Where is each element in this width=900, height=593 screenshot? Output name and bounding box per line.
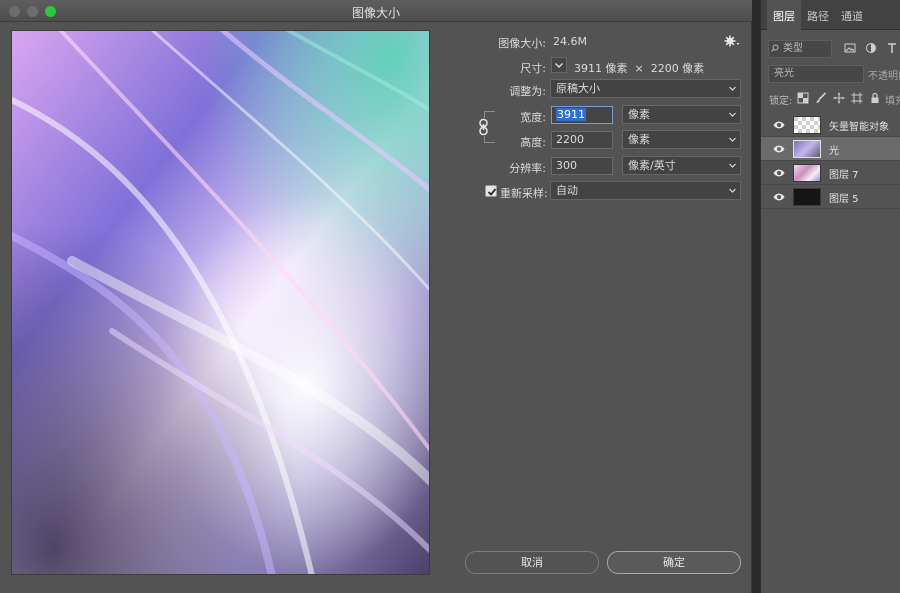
- height-value: 2200: [556, 133, 584, 146]
- layers-panel: 图层 路径 通道 类型 亮光 不透明度 锁定: 填充 矢: [760, 0, 900, 593]
- height-label: 高度:: [520, 136, 546, 149]
- image-size-dialog: 图像大小 图像大小: 24.6M 尺寸: 3911 像素 × 2200 像素 调…: [0, 0, 752, 593]
- layer-thumbnail: [793, 116, 821, 134]
- resolution-unit-select[interactable]: 像素/英寸: [622, 156, 741, 175]
- height-input[interactable]: 2200: [551, 131, 613, 149]
- resolution-input[interactable]: 300: [551, 157, 613, 175]
- tab-layers[interactable]: 图层: [767, 0, 801, 30]
- resample-checkbox[interactable]: [485, 185, 497, 197]
- resolution-value: 300: [556, 159, 577, 172]
- height-unit-select[interactable]: 像素: [622, 130, 741, 149]
- artboard-icon[interactable]: [851, 92, 863, 104]
- eye-icon[interactable]: [773, 168, 785, 178]
- layer-row[interactable]: 矢量智能对象: [761, 113, 900, 137]
- layer-row[interactable]: 图层 5: [761, 185, 900, 209]
- blend-mode-select[interactable]: 亮光: [768, 65, 864, 83]
- layer-name: 图层 5: [829, 194, 859, 205]
- width-unit-select[interactable]: 像素: [622, 105, 741, 124]
- cancel-button[interactable]: 取消: [465, 551, 599, 574]
- width-input[interactable]: 3911: [551, 106, 613, 124]
- image-preview[interactable]: [11, 30, 430, 575]
- resolution-unit-value: 像素/英寸: [628, 159, 676, 172]
- layer-thumbnail: [793, 140, 821, 158]
- lock-label: 锁定:: [769, 96, 793, 107]
- chevron-down-icon: [729, 112, 736, 117]
- layer-thumbnail: [793, 188, 821, 206]
- move-icon[interactable]: [833, 92, 845, 104]
- height-unit-value: 像素: [628, 133, 650, 146]
- image-size-value: 24.6M: [553, 35, 587, 48]
- resample-value: 自动: [556, 184, 578, 197]
- layer-row[interactable]: 光: [761, 137, 900, 161]
- chevron-down-icon: [729, 188, 736, 193]
- blend-mode-value: 亮光: [774, 68, 794, 79]
- checkmark-icon: [487, 188, 497, 196]
- chevron-down-icon: [729, 86, 736, 91]
- tab-channels[interactable]: 通道: [835, 0, 869, 30]
- dialog-titlebar: 图像大小: [0, 0, 752, 22]
- resolution-label: 分辨率:: [509, 162, 546, 175]
- lock-icon[interactable]: [869, 92, 881, 104]
- opacity-label: 不透明度: [868, 71, 900, 82]
- chevron-down-icon: [555, 63, 563, 68]
- width-unit-value: 像素: [628, 108, 650, 121]
- layer-thumbnail: [793, 164, 821, 182]
- eye-icon[interactable]: [773, 144, 785, 154]
- adjustment-filter-icon[interactable]: [865, 42, 877, 54]
- resample-select[interactable]: 自动: [550, 181, 741, 200]
- chevron-down-icon: [729, 163, 736, 168]
- preview-artwork: [12, 31, 429, 574]
- eye-icon[interactable]: [773, 120, 785, 130]
- fit-to-value: 原稿大小: [556, 82, 600, 95]
- layer-name: 矢量智能对象: [829, 122, 889, 133]
- type-filter-icon[interactable]: [886, 42, 898, 54]
- layer-name: 图层 7: [829, 170, 859, 181]
- brush-icon[interactable]: [815, 92, 827, 104]
- dimensions-label: 尺寸:: [520, 62, 546, 75]
- lock-transparent-icon[interactable]: [797, 92, 809, 104]
- dimensions-value: 3911 像素 × 2200 像素: [574, 62, 705, 75]
- width-value: 3911: [556, 108, 586, 121]
- resample-label: 重新采样:: [500, 187, 548, 200]
- image-size-label: 图像大小:: [498, 37, 546, 50]
- fit-to-label: 调整为:: [509, 85, 546, 98]
- ok-button[interactable]: 确定: [607, 551, 741, 574]
- gear-icon[interactable]: [724, 34, 740, 48]
- chevron-down-icon: [729, 137, 736, 142]
- fit-to-select[interactable]: 原稿大小: [550, 79, 741, 98]
- dialog-title: 图像大小: [351, 6, 400, 20]
- image-filter-icon[interactable]: [844, 42, 856, 54]
- tab-paths[interactable]: 路径: [801, 0, 835, 30]
- panel-tabs: 图层 路径 通道: [761, 0, 900, 30]
- search-icon: [771, 44, 779, 52]
- eye-icon[interactable]: [773, 192, 785, 202]
- layer-row[interactable]: 图层 7: [761, 161, 900, 185]
- layer-name: 光: [829, 146, 839, 157]
- fill-label: 填充: [885, 96, 900, 107]
- kind-filter-value: 类型: [783, 43, 803, 54]
- dimensions-unit-dropdown[interactable]: [551, 57, 567, 73]
- width-label: 宽度:: [520, 111, 546, 124]
